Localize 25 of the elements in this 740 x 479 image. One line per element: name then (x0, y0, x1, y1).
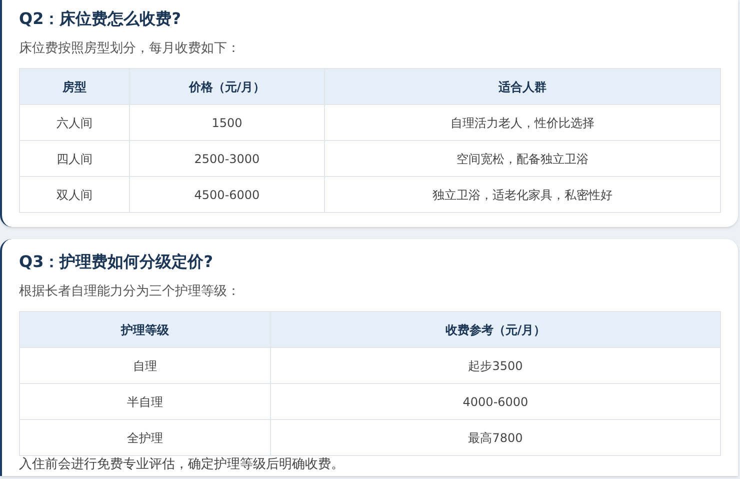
intro-text: 床位费按照房型划分，每月收费如下： (19, 40, 241, 58)
column-header: 收费参考（元/月） (270, 312, 720, 348)
question-heading: Q3：护理费如何分级定价? (19, 251, 214, 273)
table-cell: 双人间 (20, 176, 130, 212)
column-header: 房型 (20, 68, 130, 104)
table-cell: 自理活力老人，性价比选择 (324, 104, 720, 140)
note-text: 入住前会进行免费专业评估，确定护理等级后明确收费。 (19, 457, 345, 472)
table-cell: 全护理 (20, 420, 270, 456)
table-cell: 2500-3000 (130, 140, 324, 176)
table-cell: 最高7800 (270, 420, 720, 456)
intro-text: 根据长者自理能力分为三个护理等级： (19, 283, 241, 301)
table-cell: 4500-6000 (130, 176, 324, 212)
column-header: 适合人群 (324, 68, 720, 104)
table-cell: 六人间 (20, 104, 130, 140)
question-heading: Q2：床位费怎么收费? (19, 8, 182, 30)
table-cell: 四人间 (20, 140, 130, 176)
table-cell: 自理 (20, 348, 270, 384)
table-cell: 独立卫浴，适老化家具，私密性好 (324, 176, 720, 212)
column-header: 护理等级 (20, 312, 270, 348)
table-cell: 1500 (130, 104, 324, 140)
table-cell: 4000-6000 (270, 384, 720, 420)
table-cell: 半自理 (20, 384, 270, 420)
table-cell: 空间宽松，配备独立卫浴 (324, 140, 720, 176)
table-cell: 起步3500 (270, 348, 720, 384)
column-header: 价格（元/月） (130, 68, 324, 104)
